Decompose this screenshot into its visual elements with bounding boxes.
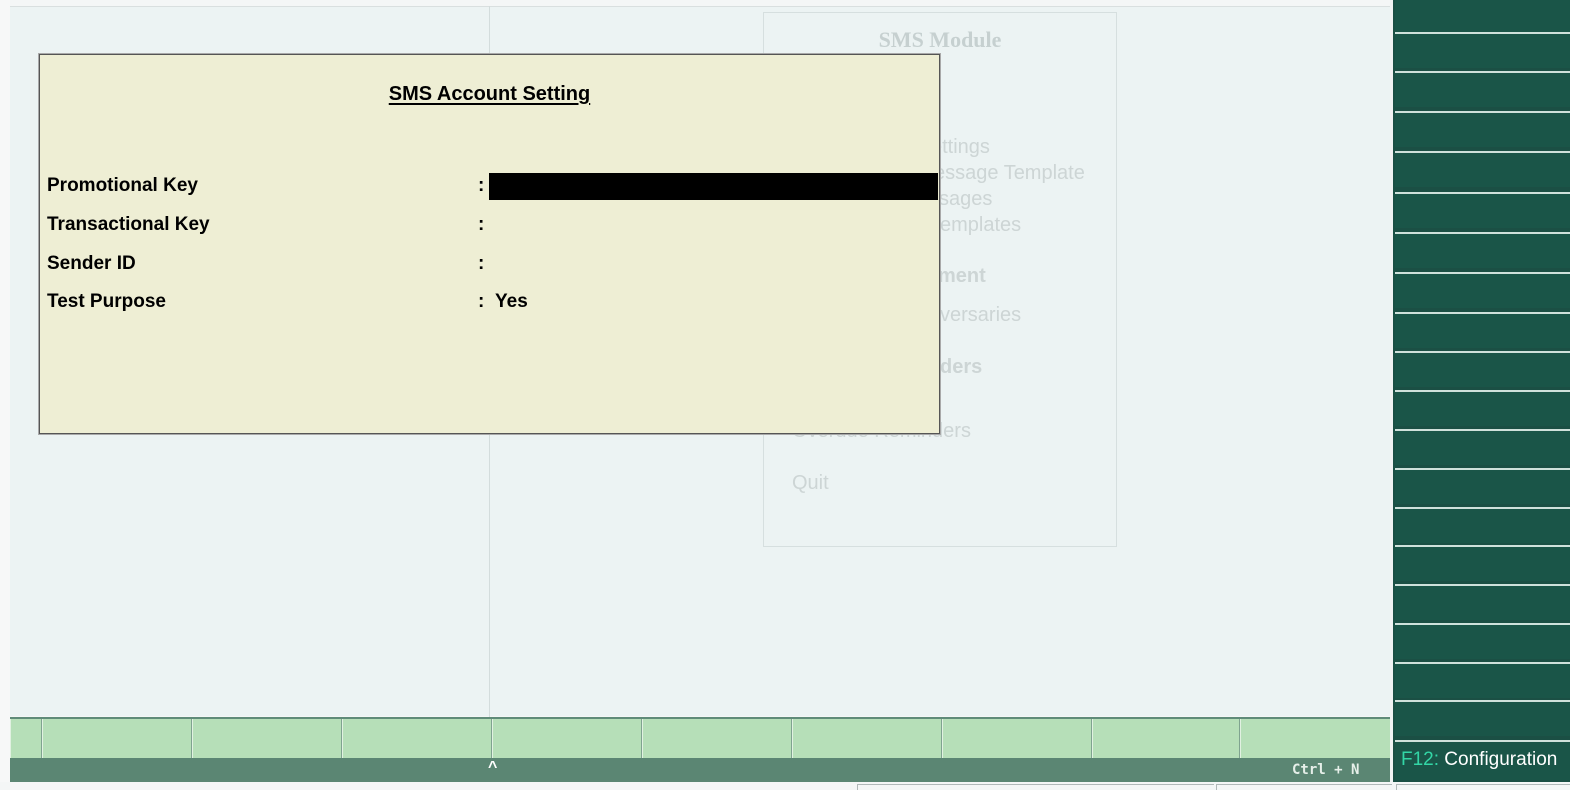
promotional-key-label: Promotional Key bbox=[47, 175, 198, 196]
panel-button[interactable] bbox=[1395, 545, 1570, 581]
configuration-button[interactable]: F12: Configuration bbox=[1395, 740, 1570, 780]
menu-item-quit[interactable]: Quit bbox=[792, 472, 829, 495]
panel-button[interactable] bbox=[1395, 468, 1570, 504]
sms-account-setting-dialog: SMS Account Setting Promotional Key : Tr… bbox=[39, 54, 940, 434]
panel-button[interactable] bbox=[1395, 584, 1570, 620]
panel-button[interactable] bbox=[1395, 351, 1570, 387]
sender-id-label: Sender ID bbox=[47, 253, 136, 274]
panel-button[interactable] bbox=[1395, 151, 1570, 187]
panel-button[interactable] bbox=[1395, 312, 1570, 348]
left-edge bbox=[0, 0, 10, 790]
menu-item-anniversaries[interactable]: versaries bbox=[940, 304, 1021, 327]
configuration-label: Configuration bbox=[1439, 749, 1558, 770]
panel-button[interactable] bbox=[1395, 32, 1570, 68]
panel-button[interactable] bbox=[1395, 111, 1570, 147]
menu-item-messages[interactable]: sages bbox=[939, 188, 992, 211]
panel-button[interactable] bbox=[1395, 71, 1570, 107]
ctrl-n-shortcut[interactable]: Ctrl + N bbox=[1292, 762, 1359, 778]
bottom-segment bbox=[857, 784, 1214, 790]
panel-button[interactable] bbox=[1395, 623, 1570, 659]
panel-button[interactable] bbox=[1395, 232, 1570, 268]
fkey-slot[interactable] bbox=[10, 719, 42, 758]
test-purpose-label: Test Purpose bbox=[47, 291, 166, 312]
fkey-slot[interactable] bbox=[942, 719, 1092, 758]
promotional-key-colon: : bbox=[478, 175, 485, 196]
fkey-slot[interactable] bbox=[642, 719, 792, 758]
panel-button[interactable] bbox=[1395, 662, 1570, 698]
panel-button[interactable] bbox=[1395, 507, 1570, 543]
panel-button[interactable] bbox=[1395, 429, 1570, 465]
dialog-title: SMS Account Setting bbox=[388, 83, 591, 105]
app-window: SMS Module ettings essage Template sages… bbox=[0, 0, 1570, 790]
panel-button[interactable] bbox=[1395, 192, 1570, 228]
menu-heading-reminders: ders bbox=[940, 356, 983, 378]
panel-button[interactable] bbox=[1395, 0, 1570, 32]
sender-id-colon: : bbox=[478, 253, 485, 274]
fkey-slot[interactable] bbox=[492, 719, 642, 758]
fkey-slot[interactable] bbox=[1240, 719, 1390, 758]
menu-item-message-template[interactable]: essage Template bbox=[934, 162, 1085, 185]
expand-caret-icon[interactable]: ^ bbox=[488, 759, 497, 777]
right-button-panel: F12: Configuration bbox=[1390, 0, 1570, 782]
fkey-slot[interactable] bbox=[342, 719, 492, 758]
function-key-bar bbox=[10, 717, 1390, 758]
transactional-key-label: Transactional Key bbox=[47, 214, 210, 235]
promotional-key-input[interactable] bbox=[489, 173, 938, 200]
f12-key-label: F12: bbox=[1401, 749, 1440, 770]
panel-button[interactable] bbox=[1395, 272, 1570, 308]
test-purpose-colon: : bbox=[478, 291, 485, 312]
transactional-key-colon: : bbox=[478, 214, 485, 235]
menu-item-templates[interactable]: emplates bbox=[940, 214, 1021, 237]
panel-button[interactable] bbox=[1395, 700, 1570, 736]
status-bar: ^ Ctrl + N bbox=[10, 758, 1390, 782]
bottom-segment bbox=[1396, 784, 1570, 790]
fkey-slot[interactable] bbox=[1092, 719, 1240, 758]
panel-button[interactable] bbox=[1395, 390, 1570, 426]
bottom-segment bbox=[1216, 784, 1392, 790]
fkey-slot[interactable] bbox=[42, 719, 192, 758]
sms-module-title: SMS Module bbox=[878, 27, 1002, 52]
menu-heading-management: ment bbox=[938, 265, 986, 287]
fkey-slot[interactable] bbox=[192, 719, 342, 758]
test-purpose-value[interactable]: Yes bbox=[495, 291, 528, 313]
fkey-slot[interactable] bbox=[792, 719, 942, 758]
